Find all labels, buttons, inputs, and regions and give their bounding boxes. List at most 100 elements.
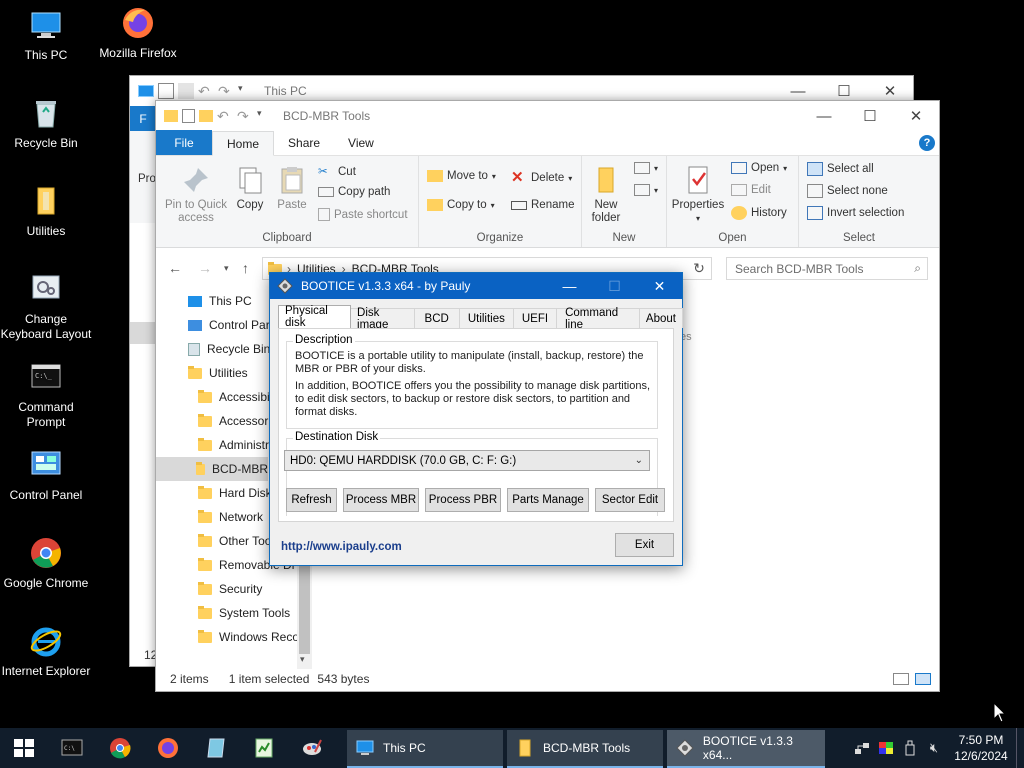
help-icon[interactable]: ? bbox=[919, 135, 935, 151]
refresh-button[interactable]: Refresh bbox=[286, 488, 337, 512]
process-mbr-button[interactable]: Process MBR bbox=[343, 488, 419, 512]
desktop-icon-firefox[interactable]: Mozilla Firefox bbox=[92, 6, 184, 61]
tab-about[interactable]: About bbox=[638, 308, 683, 328]
maximize-button[interactable]: ☐ bbox=[592, 273, 637, 299]
details-view-icon[interactable] bbox=[893, 673, 909, 685]
history-button[interactable]: History bbox=[731, 206, 787, 220]
search-input[interactable]: Search BCD-MBR Tools ⌕ bbox=[726, 257, 928, 280]
tab-utilities[interactable]: Utilities bbox=[458, 308, 514, 328]
desktop-icon-control-panel[interactable]: Control Panel bbox=[0, 448, 92, 503]
taskbar-chrome[interactable] bbox=[96, 728, 144, 768]
close-button[interactable]: ✕ bbox=[893, 101, 939, 131]
destination-disk-select[interactable]: HD0: QEMU HARDDISK (70.0 GB, C: F: G:) ⌄ bbox=[284, 450, 650, 471]
delete-button[interactable]: ✕ Delete ▾ bbox=[511, 170, 572, 186]
nav-item-other-tools[interactable]: Other Too bbox=[198, 529, 271, 553]
scroll-down-icon[interactable]: ▾ bbox=[300, 654, 305, 665]
tab-view[interactable]: View bbox=[334, 130, 388, 155]
show-desktop-button[interactable] bbox=[1016, 728, 1024, 768]
taskbar-command-prompt[interactable]: C:\ bbox=[48, 728, 96, 768]
tab-share[interactable]: Share bbox=[274, 130, 334, 155]
desktop-icon-recycle-bin[interactable]: Recycle Bin bbox=[0, 96, 92, 151]
nav-item-hard-disk[interactable]: Hard Disk bbox=[198, 481, 272, 505]
new-folder-small-icon[interactable] bbox=[199, 110, 213, 122]
start-button[interactable] bbox=[0, 728, 48, 768]
taskbar-spreadsheet[interactable] bbox=[240, 728, 288, 768]
move-to-button[interactable]: Move to ▾ bbox=[427, 170, 496, 182]
copy-path-button[interactable]: Copy path bbox=[318, 186, 390, 198]
easy-access-button[interactable]: ▾ bbox=[634, 184, 658, 196]
desktop-icon-keyboard-layout[interactable]: Change Keyboard Layout bbox=[0, 272, 92, 342]
clock[interactable]: 7:50 PM 12/6/2024 bbox=[946, 732, 1016, 764]
nav-item-security[interactable]: Security bbox=[198, 577, 262, 601]
volume-muted-icon[interactable]: 🔇︎ bbox=[922, 740, 946, 756]
nav-item-accessibility[interactable]: Accessibili bbox=[198, 385, 275, 409]
tab-home[interactable]: Home bbox=[212, 131, 275, 156]
minimize-button[interactable]: — bbox=[547, 273, 592, 299]
taskbar-paint[interactable] bbox=[288, 728, 336, 768]
large-icons-view-icon[interactable] bbox=[915, 673, 931, 685]
chevron-down-icon[interactable]: ▾ bbox=[238, 83, 254, 99]
select-all-button[interactable]: Select all bbox=[807, 162, 874, 176]
copy-button[interactable]: Copy bbox=[232, 164, 268, 212]
maximize-button[interactable]: ☐ bbox=[847, 101, 893, 131]
nav-item-this-pc[interactable]: This PC bbox=[188, 289, 252, 313]
parts-manage-button[interactable]: Parts Manage bbox=[507, 488, 589, 512]
taskbar-firefox[interactable] bbox=[144, 728, 192, 768]
network-tray-icon[interactable] bbox=[850, 741, 874, 755]
new-item-button[interactable]: ▾ bbox=[634, 162, 658, 174]
nav-item-control-panel[interactable]: Control Par bbox=[188, 313, 270, 337]
redo-icon[interactable]: ↷ bbox=[237, 108, 253, 124]
nav-item-system-tools[interactable]: System Tools bbox=[198, 601, 290, 625]
desktop-icon-command-prompt[interactable]: C:\_ Command Prompt bbox=[0, 360, 92, 430]
nav-item-accessories[interactable]: Accessorie bbox=[198, 409, 278, 433]
up-arrow-icon[interactable]: ↑ bbox=[242, 260, 249, 276]
chevron-down-icon[interactable]: ▾ bbox=[257, 108, 273, 124]
minimize-button[interactable]: — bbox=[801, 101, 847, 131]
exit-button[interactable]: Exit bbox=[615, 533, 674, 557]
file-tab-partial[interactable]: F bbox=[130, 106, 156, 131]
properties-button[interactable]: Properties ▾ bbox=[669, 164, 727, 225]
copy-to-button[interactable]: Copy to ▾ bbox=[427, 199, 495, 211]
bootice-dialog[interactable]: BOOTICE v1.3.3 x64 - by Pauly — ☐ ✕ Phys… bbox=[269, 272, 683, 566]
properties-small-icon[interactable] bbox=[158, 83, 174, 99]
tab-disk-image[interactable]: Disk image bbox=[350, 307, 415, 331]
color-tray-icon[interactable] bbox=[874, 741, 898, 755]
tab-uefi[interactable]: UEFI bbox=[512, 308, 558, 328]
desktop-icon-chrome[interactable]: Google Chrome bbox=[0, 536, 92, 591]
edit-button[interactable]: Edit bbox=[731, 184, 771, 196]
paste-shortcut-button[interactable]: Paste shortcut bbox=[318, 208, 408, 221]
tab-bcd[interactable]: BCD bbox=[413, 308, 460, 328]
tab-file[interactable]: File bbox=[156, 130, 212, 155]
website-link[interactable]: http://www.ipauly.com bbox=[281, 541, 402, 553]
recent-locations-chevron-icon[interactable]: ▾ bbox=[224, 263, 229, 274]
taskbar-task-bootice[interactable]: BOOTICE v1.3.3 x64... bbox=[667, 730, 825, 768]
desktop-icon-internet-explorer[interactable]: Internet Explorer bbox=[0, 624, 92, 679]
sector-edit-button[interactable]: Sector Edit bbox=[595, 488, 665, 512]
undo-icon[interactable]: ↶ bbox=[198, 83, 214, 99]
forward-arrow-icon[interactable]: → bbox=[198, 260, 212, 276]
tab-command-line[interactable]: Command line bbox=[556, 307, 640, 331]
refresh-icon[interactable]: ↻ bbox=[686, 257, 712, 280]
pin-quick-access-button[interactable]: Pin to Quick access bbox=[160, 164, 232, 225]
back-arrow-icon[interactable]: ← bbox=[168, 260, 182, 276]
taskbar-task-this-pc[interactable]: This PC bbox=[347, 730, 503, 768]
nav-item-utilities[interactable]: Utilities bbox=[188, 361, 248, 385]
open-button[interactable]: Open ▾ bbox=[731, 162, 787, 174]
cut-button[interactable]: ✂ Cut bbox=[318, 164, 356, 180]
desktop-icon-this-pc[interactable]: This PC bbox=[0, 8, 92, 63]
nav-item-windows-recovery[interactable]: Windows Reco bbox=[198, 625, 299, 649]
redo-icon[interactable]: ↷ bbox=[218, 83, 234, 99]
nav-item-bcd-mbr[interactable]: BCD-MBR bbox=[156, 457, 268, 481]
taskbar-notepad[interactable] bbox=[192, 728, 240, 768]
select-none-button[interactable]: Select none bbox=[807, 184, 888, 198]
explorer-titlebar[interactable]: ↶ ↷ ▾ BCD-MBR Tools — ☐ ✕ bbox=[156, 101, 939, 131]
desktop-icon-utilities[interactable]: Utilities bbox=[0, 184, 92, 239]
close-button[interactable]: ✕ bbox=[637, 273, 682, 299]
new-folder-button[interactable]: New folder bbox=[584, 164, 628, 225]
bootice-titlebar[interactable]: BOOTICE v1.3.3 x64 - by Pauly — ☐ ✕ bbox=[270, 273, 682, 299]
nav-item-recycle-bin[interactable]: Recycle Bin bbox=[188, 337, 270, 361]
undo-icon[interactable]: ↶ bbox=[217, 108, 233, 124]
rename-button[interactable]: Rename bbox=[511, 199, 574, 211]
usb-tray-icon[interactable] bbox=[898, 740, 922, 756]
nav-item-administrative[interactable]: Administra bbox=[198, 433, 276, 457]
